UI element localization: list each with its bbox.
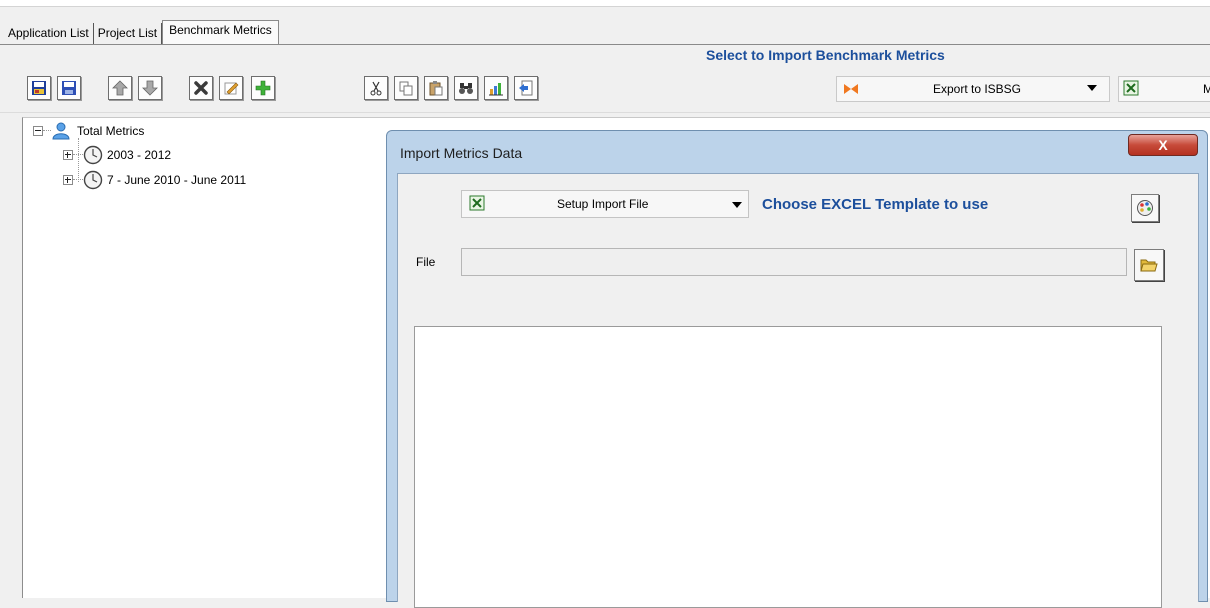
save-icon: [62, 81, 76, 95]
choose-template-text: Choose EXCEL Template to use: [762, 196, 989, 213]
export-isbsg-dropdown[interactable]: Export to ISBSG: [836, 76, 1110, 102]
import-data-list[interactable]: [414, 326, 1162, 608]
dialog-body: Setup Import File Choose EXCEL Template …: [397, 173, 1199, 608]
tab-bar: Application List Project List Benchmark …: [4, 20, 279, 45]
edit-icon: [224, 82, 239, 95]
clock-icon: [83, 170, 103, 190]
save-colored-icon: [32, 81, 46, 95]
bowtie-icon: [844, 84, 858, 94]
copy-icon: [399, 81, 413, 96]
expand-icon[interactable]: [63, 175, 73, 185]
export-label: Export to ISBSG: [932, 82, 1022, 96]
chevron-down-icon: [1087, 85, 1097, 91]
tree-root[interactable]: Total Metrics: [33, 122, 144, 140]
move-up-icon: [112, 80, 128, 96]
tab-divider: [0, 44, 1210, 45]
setup-import-file-dropdown[interactable]: Setup Import File: [461, 190, 749, 218]
tab-application-list[interactable]: Application List: [4, 23, 94, 44]
tree-item-label: 2003 - 2012: [107, 148, 172, 162]
clock-icon: [83, 145, 103, 165]
add-icon: [255, 80, 271, 96]
tab-project-list[interactable]: Project List: [94, 23, 163, 44]
binoculars-icon: [459, 83, 473, 94]
import-button[interactable]: [514, 76, 538, 100]
import-hint: Select to Import Benchmark Metrics: [706, 47, 945, 63]
dialog-title: Import Metrics Data: [400, 145, 523, 161]
add-button[interactable]: [251, 76, 275, 100]
cut-button[interactable]: [364, 76, 388, 100]
tree-root-label: Total Metrics: [77, 124, 145, 138]
excel-dropdown-label: M: [1203, 82, 1210, 96]
delete-button[interactable]: [189, 76, 213, 100]
chart-button[interactable]: [484, 76, 508, 100]
copy-button[interactable]: [394, 76, 418, 100]
paste-button[interactable]: [424, 76, 448, 100]
tab-benchmark-metrics[interactable]: Benchmark Metrics: [162, 20, 279, 45]
browse-folder-button[interactable]: [1134, 249, 1164, 281]
move-up-button[interactable]: [108, 76, 132, 100]
file-path-field[interactable]: [461, 248, 1127, 276]
expand-icon[interactable]: [63, 150, 73, 160]
template-button[interactable]: [1131, 194, 1159, 222]
tree-item-label: 7 - June 2010 - June 2011: [107, 173, 247, 187]
tree-item[interactable]: 2003 - 2012: [63, 145, 171, 165]
user-icon: [52, 122, 70, 140]
tree-item[interactable]: 7 - June 2010 - June 2011: [63, 170, 246, 190]
import-metrics-dialog: Import Metrics Data X Setup Import File …: [386, 130, 1208, 608]
bar-chart-icon: [489, 83, 503, 96]
chevron-down-icon: [732, 202, 742, 208]
toolbar-divider: [0, 112, 1210, 113]
window-top-edge: [0, 0, 1210, 7]
save-button[interactable]: [57, 76, 81, 100]
save-colored-button[interactable]: [27, 76, 51, 100]
close-button[interactable]: X: [1128, 134, 1198, 156]
move-down-icon: [142, 80, 158, 96]
setup-import-label: Setup Import File: [557, 197, 649, 211]
collapse-icon[interactable]: [33, 126, 43, 136]
excel-icon: [1123, 80, 1139, 96]
cut-icon: [370, 81, 382, 96]
paste-icon: [429, 81, 443, 96]
move-down-button[interactable]: [138, 76, 162, 100]
close-icon: X: [1158, 137, 1168, 153]
excel-dropdown[interactable]: M: [1118, 76, 1210, 102]
edit-button[interactable]: [219, 76, 243, 100]
open-folder-icon: [1140, 259, 1158, 272]
delete-icon: [194, 81, 208, 95]
excel-icon: [469, 195, 485, 211]
import-icon: [519, 80, 533, 96]
palette-icon: [1137, 200, 1153, 216]
file-label: File: [416, 255, 436, 269]
find-button[interactable]: [454, 76, 478, 100]
